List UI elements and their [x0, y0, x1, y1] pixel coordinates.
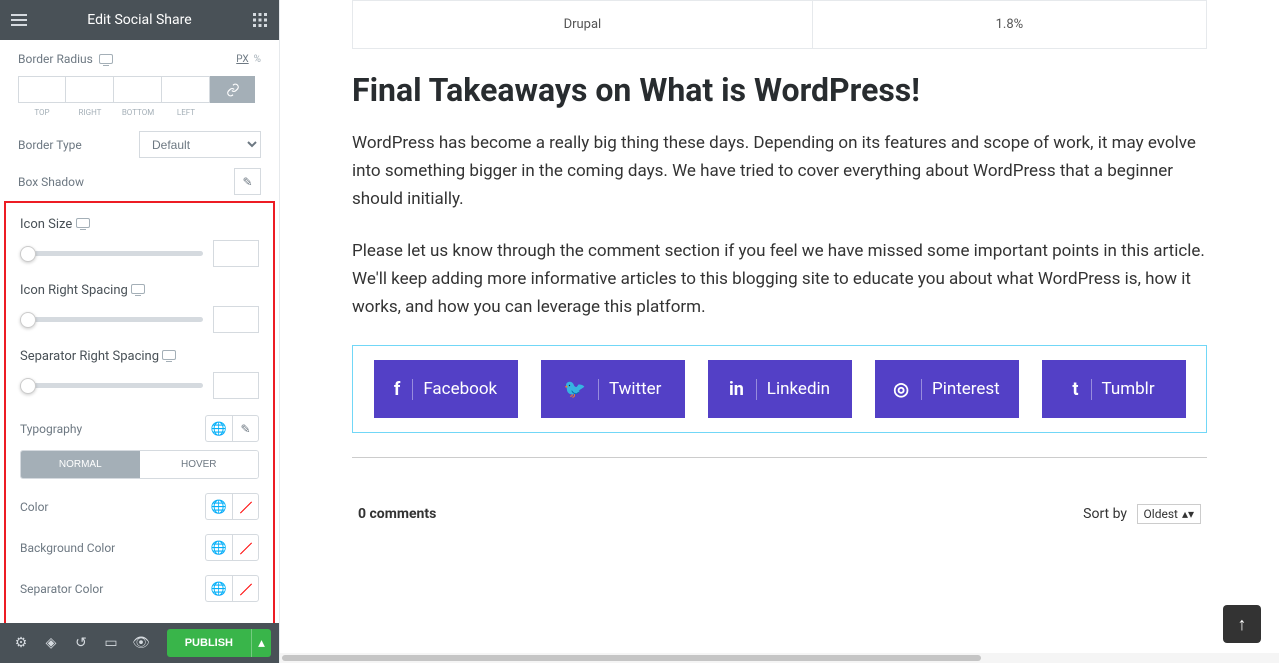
- facebook-icon: f: [394, 379, 413, 400]
- twitter-icon: 🐦: [564, 379, 599, 400]
- paragraph: Please let us know through the comment s…: [352, 237, 1207, 321]
- twitter-button[interactable]: 🐦 Twitter: [541, 360, 685, 418]
- panel-body: Border Radius PX% TOPRIGHTBOTTOMLEFT Bor…: [0, 40, 279, 623]
- color-swatch-button[interactable]: [232, 493, 259, 520]
- tab-hover[interactable]: HOVER: [140, 451, 259, 478]
- icon-size-group: Icon Size: [20, 217, 259, 267]
- separator-right-spacing-group: Separator Right Spacing: [20, 349, 259, 399]
- sep-swatch-button[interactable]: [232, 575, 259, 602]
- twitter-label: Twitter: [609, 379, 661, 399]
- pinterest-label: Pinterest: [932, 379, 1000, 399]
- icon-right-spacing-slider[interactable]: [20, 317, 203, 322]
- sep-globe-button[interactable]: 🌐: [205, 575, 232, 602]
- state-tabs: NORMAL HOVER: [20, 450, 259, 479]
- device-icon[interactable]: [76, 218, 90, 228]
- border-radius-label: Border Radius: [18, 52, 93, 66]
- radius-left[interactable]: [162, 76, 210, 103]
- responsive-icon[interactable]: ▭: [98, 630, 124, 656]
- editor-panel: Edit Social Share Border Radius PX% TOPR…: [0, 0, 280, 663]
- paragraph: WordPress has become a really big thing …: [352, 129, 1207, 213]
- linkedin-icon: in: [729, 379, 757, 400]
- horizontal-scrollbar[interactable]: [280, 653, 1279, 663]
- separator-right-spacing-input[interactable]: [213, 372, 259, 399]
- icon-size-input[interactable]: [213, 240, 259, 267]
- tab-normal[interactable]: NORMAL: [21, 451, 140, 478]
- sort-select[interactable]: Oldest ▴▾: [1137, 504, 1201, 524]
- navigator-icon[interactable]: ◈: [38, 630, 64, 656]
- panel-footer: ⚙ ◈ ↺ ▭ 👁 PUBLISH ▴: [0, 623, 279, 663]
- icon-right-spacing-label: Icon Right Spacing: [20, 283, 128, 298]
- sep-color-label: Separator Color: [20, 582, 103, 596]
- border-type-row: Border Type Default: [18, 131, 261, 158]
- icon-size-slider[interactable]: [20, 251, 203, 256]
- preview-canvas: Drupal1.8% Final Takeaways on What is Wo…: [280, 0, 1279, 663]
- highlighted-section: Icon Size Icon Right Spacing Separator R…: [4, 201, 275, 623]
- separator-right-spacing-label: Separator Right Spacing: [20, 349, 159, 364]
- comments-bar: 0 comments Sort by Oldest ▴▾: [352, 504, 1207, 524]
- pinterest-icon: ◎: [893, 379, 922, 400]
- icon-right-spacing-group: Icon Right Spacing: [20, 283, 259, 333]
- icon-size-label: Icon Size: [20, 217, 72, 232]
- menu-icon[interactable]: [10, 11, 28, 29]
- separator-right-spacing-slider[interactable]: [20, 383, 203, 388]
- link-values-button[interactable]: [210, 76, 255, 103]
- bg-swatch-button[interactable]: [232, 534, 259, 561]
- bg-color-row: Background Color 🌐: [20, 534, 259, 561]
- border-type-select[interactable]: Default: [139, 131, 261, 158]
- tumblr-button[interactable]: t Tumblr: [1042, 360, 1186, 418]
- linkedin-label: Linkedin: [767, 379, 830, 399]
- panel-title: Edit Social Share: [87, 12, 191, 28]
- table-row: Drupal1.8%: [353, 1, 1207, 49]
- radius-right[interactable]: [66, 76, 114, 103]
- radius-bottom[interactable]: [114, 76, 162, 103]
- sort-label: Sort by: [1083, 506, 1127, 522]
- tumblr-label: Tumblr: [1102, 379, 1155, 399]
- bg-globe-button[interactable]: 🌐: [205, 534, 232, 561]
- device-icon[interactable]: [99, 54, 113, 64]
- comments-count: 0 comments: [358, 506, 436, 522]
- divider: [352, 457, 1207, 458]
- facebook-button[interactable]: f Facebook: [374, 360, 518, 418]
- device-icon[interactable]: [162, 350, 176, 360]
- publish-button[interactable]: PUBLISH: [167, 629, 251, 657]
- box-shadow-label: Box Shadow: [18, 175, 84, 189]
- box-shadow-edit-button[interactable]: ✎: [234, 168, 261, 195]
- border-type-label: Border Type: [18, 138, 82, 152]
- color-row: Color 🌐: [20, 493, 259, 520]
- typography-edit-button[interactable]: ✎: [232, 415, 259, 442]
- social-share-widget[interactable]: f Facebook 🐦 Twitter in Linkedin ◎ Pinterest…: [352, 345, 1207, 433]
- bg-color-label: Background Color: [20, 541, 115, 555]
- panel-header: Edit Social Share: [0, 0, 279, 40]
- linkedin-button[interactable]: in Linkedin: [708, 360, 852, 418]
- tumblr-icon: t: [1072, 379, 1091, 400]
- box-shadow-row: Box Shadow ✎: [18, 168, 261, 195]
- typography-row: Typography 🌐 ✎: [20, 415, 259, 442]
- data-table: Drupal1.8%: [352, 0, 1207, 49]
- border-radius-row: Border Radius PX%: [18, 52, 261, 66]
- border-radius-inputs: [18, 76, 261, 103]
- color-globe-button[interactable]: 🌐: [205, 493, 232, 520]
- settings-icon[interactable]: ⚙: [8, 630, 34, 656]
- radius-labels: TOPRIGHTBOTTOMLEFT: [18, 108, 261, 117]
- icon-right-spacing-input[interactable]: [213, 306, 259, 333]
- device-icon[interactable]: [131, 284, 145, 294]
- units-selector[interactable]: PX%: [236, 54, 261, 65]
- typography-globe-button[interactable]: 🌐: [205, 415, 232, 442]
- pinterest-button[interactable]: ◎ Pinterest: [875, 360, 1019, 418]
- color-label: Color: [20, 500, 48, 514]
- page-title: Final Takeaways on What is WordPress!: [352, 71, 1207, 109]
- radius-top[interactable]: [18, 76, 66, 103]
- publish-more-button[interactable]: ▴: [251, 629, 271, 657]
- preview-icon[interactable]: 👁: [128, 630, 154, 656]
- facebook-label: Facebook: [423, 379, 497, 399]
- table-cell: Drupal: [353, 1, 813, 49]
- sep-color-row: Separator Color 🌐: [20, 575, 259, 602]
- apps-icon[interactable]: [251, 11, 269, 29]
- history-icon[interactable]: ↺: [68, 630, 94, 656]
- table-cell: 1.8%: [812, 1, 1206, 49]
- scroll-top-button[interactable]: ↑: [1223, 605, 1261, 643]
- typography-label: Typography: [20, 422, 82, 436]
